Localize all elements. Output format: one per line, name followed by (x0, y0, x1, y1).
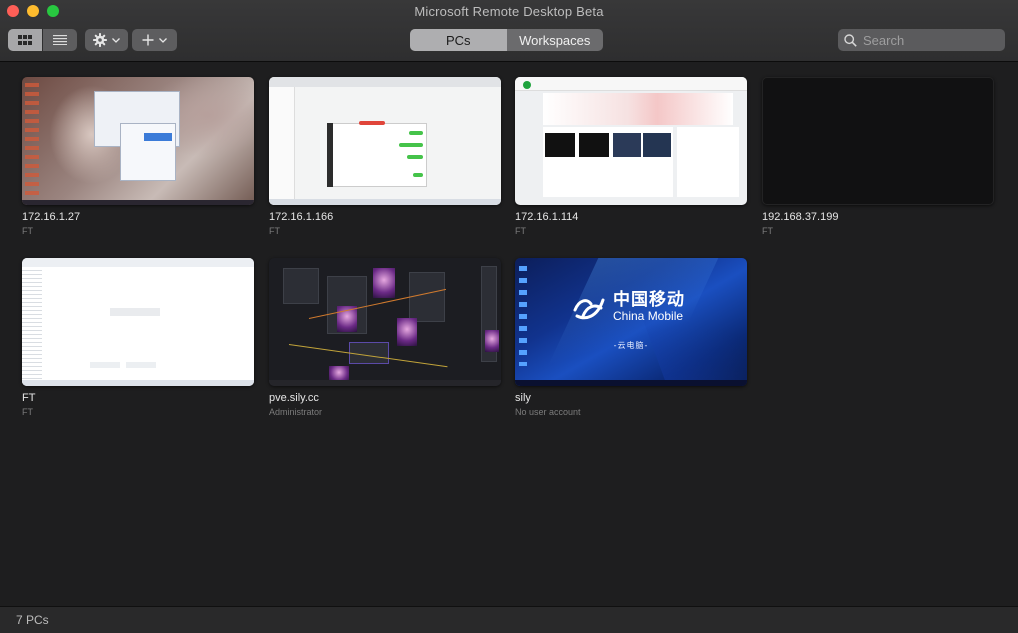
pc-name: 192.168.37.199 (762, 211, 839, 223)
pc-user-account: FT (22, 407, 33, 417)
pc-user-account: FT (269, 226, 280, 236)
search-field[interactable] (838, 29, 1005, 51)
pc-user-account: No user account (515, 407, 581, 417)
app-window: Microsoft Remote Desktop Beta PCs Worksp… (0, 0, 1018, 633)
pc-thumbnail[interactable] (269, 258, 501, 386)
pc-thumbnail[interactable] (269, 77, 501, 205)
brand-name-en: China Mobile (613, 308, 684, 323)
pc-user-account: Administrator (269, 407, 323, 417)
window-title: Microsoft Remote Desktop Beta (414, 4, 604, 19)
pc-card[interactable]: 172.16.1.166 FT (269, 77, 501, 236)
pc-user-account: FT (762, 226, 773, 236)
gear-icon (93, 33, 107, 47)
china-mobile-logo-icon (573, 298, 605, 320)
pc-name: 172.16.1.166 (269, 211, 334, 223)
status-bar: 7 PCs (0, 606, 1018, 633)
tab-pcs[interactable]: PCs (410, 29, 507, 51)
tab-workspaces[interactable]: Workspaces (507, 29, 604, 51)
pc-user-account: FT (515, 226, 526, 236)
pc-card[interactable]: FT FT (22, 258, 254, 417)
china-mobile-logo: 中国移动 China Mobile (571, 290, 685, 323)
plus-icon (142, 34, 154, 46)
brand-name-cn: 中国移动 (613, 290, 685, 310)
pc-name: sily (515, 392, 531, 404)
pc-thumbnail[interactable]: 中国移动 China Mobile -云电脑- (515, 258, 747, 386)
pc-card[interactable]: 172.16.1.27 FT (22, 77, 254, 236)
search-input[interactable] (863, 32, 993, 48)
add-menu-button[interactable] (132, 29, 177, 51)
chevron-down-icon (112, 37, 120, 43)
pc-card[interactable]: pve.sily.cc Administrator (269, 258, 501, 417)
title-bar: Microsoft Remote Desktop Beta PCs Worksp… (0, 0, 1018, 62)
pc-card[interactable]: 172.16.1.114 FT (515, 77, 747, 236)
pc-card[interactable]: 中国移动 China Mobile -云电脑- sily No user acc… (515, 258, 747, 417)
pc-count: 7 PCs (16, 613, 49, 627)
pc-thumbnail[interactable] (22, 258, 254, 386)
pc-name: 172.16.1.27 (22, 211, 81, 223)
chevron-down-icon (159, 37, 167, 43)
view-mode-toggle (8, 29, 77, 51)
settings-menu-button[interactable] (85, 29, 128, 51)
brand-subtitle: -云电脑- (613, 341, 649, 350)
pc-name: FT (22, 392, 36, 404)
pc-name: pve.sily.cc (269, 392, 319, 404)
pc-name: 172.16.1.114 (515, 211, 579, 223)
grid-icon (18, 35, 32, 45)
pc-card[interactable]: 192.168.37.199 FT (762, 77, 994, 236)
list-icon (53, 35, 67, 45)
search-icon (844, 33, 857, 47)
list-view-button[interactable] (43, 29, 77, 51)
pc-thumbnail[interactable] (515, 77, 747, 205)
pc-thumbnail[interactable] (22, 77, 254, 205)
grid-view-button[interactable] (8, 29, 42, 51)
pc-thumbnail[interactable] (762, 77, 994, 205)
pc-user-account: FT (22, 226, 33, 236)
pcs-workspaces-tabs: PCs Workspaces (410, 29, 603, 51)
pc-grid: 172.16.1.27 FT 172.16.1.166 FT 172.16.1.… (0, 63, 1018, 606)
